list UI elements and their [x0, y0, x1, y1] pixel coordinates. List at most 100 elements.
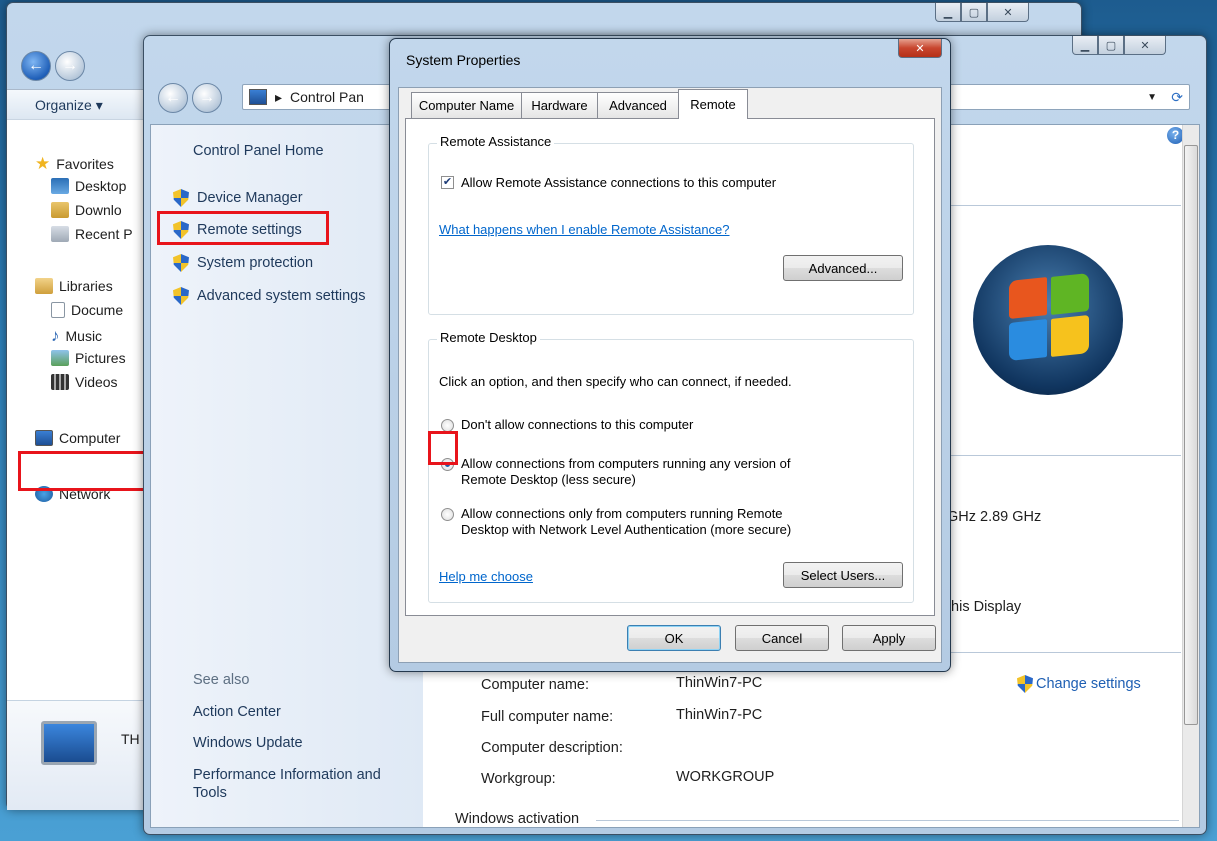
radio-allow-any-label-line2[interactable]: Remote Desktop (less secure) — [461, 472, 636, 487]
display-text: this Display — [947, 599, 1022, 615]
shield-icon — [173, 189, 189, 207]
radio-allow-any-label-line1[interactable]: Allow connections from computers running… — [461, 456, 791, 471]
tab-computer-name[interactable]: Computer Name — [411, 92, 522, 118]
refresh-icon[interactable]: ⟳ — [1171, 89, 1183, 106]
shield-icon — [173, 287, 189, 305]
explorer-close-button[interactable]: ✕ — [987, 3, 1029, 22]
explorer-forward-button[interactable]: → — [55, 51, 85, 81]
remote-desktop-group: Remote Desktop Click an option, and then… — [428, 330, 914, 603]
windows-update-link[interactable]: Windows Update — [193, 735, 303, 751]
tab-advanced[interactable]: Advanced — [597, 92, 679, 118]
explorer-caption-buttons: ▁ ▢ ✕ — [935, 3, 1029, 22]
address-dropdown-icon[interactable]: ▼ — [1147, 92, 1157, 103]
system-back-button[interactable]: ← — [158, 83, 188, 113]
highlight-allow-radio — [428, 431, 458, 465]
scrollbar-thumb[interactable] — [1184, 145, 1198, 725]
remote-tab-panel: Remote Assistance ✔ Allow Remote Assista… — [405, 118, 935, 616]
documents-icon — [51, 302, 65, 318]
system-caption-buttons: ▁ ▢ ✕ — [1072, 36, 1166, 55]
organize-button[interactable]: Organize ▾ — [35, 97, 103, 114]
system-minimize-button[interactable]: ▁ — [1072, 36, 1098, 55]
nav-recent[interactable]: Recent P — [51, 226, 133, 242]
nav-desktop[interactable]: Desktop — [51, 178, 126, 194]
dialog-body: Computer Name Hardware Advanced Remote R… — [398, 87, 942, 663]
cancel-button[interactable]: Cancel — [735, 625, 829, 651]
music-icon: ♪ — [51, 326, 60, 345]
full-computer-name-label: Full computer name: — [481, 709, 614, 725]
workgroup-value: WORKGROUP — [676, 769, 775, 785]
computer-large-icon — [41, 721, 97, 765]
shield-icon — [173, 254, 189, 272]
remote-desktop-instructions: Click an option, and then specify who ca… — [439, 374, 792, 389]
dialog-close-button[interactable]: ✕ — [898, 39, 942, 58]
system-properties-dialog: System Properties ✕ Computer Name Hardwa… — [389, 38, 951, 672]
details-pane: TH — [7, 700, 147, 810]
nav-downloads[interactable]: Downlo — [51, 202, 122, 218]
change-settings-link[interactable]: Change settings — [1017, 675, 1141, 693]
libraries-icon — [35, 278, 53, 294]
ok-button[interactable]: OK — [627, 625, 721, 651]
explorer-back-button[interactable]: ← — [21, 51, 51, 81]
section-divider — [951, 652, 1181, 653]
computer-icon — [35, 430, 53, 446]
dialog-caption-buttons: ✕ — [898, 39, 942, 58]
nav-favorites[interactable]: ★ Favorites — [35, 154, 114, 174]
remote-assistance-title: Remote Assistance — [437, 134, 555, 149]
shield-icon — [1017, 675, 1033, 693]
full-computer-name-value: ThinWin7-PC — [676, 707, 763, 723]
recent-places-icon — [51, 226, 69, 242]
computer-name-value: ThinWin7-PC — [676, 675, 763, 691]
pictures-icon — [51, 350, 69, 366]
tab-remote[interactable]: Remote — [678, 89, 748, 119]
highlight-remote-settings — [157, 211, 329, 245]
nav-pictures[interactable]: Pictures — [51, 350, 126, 366]
star-icon: ★ — [35, 154, 51, 173]
section-divider — [951, 455, 1181, 456]
system-maximize-button[interactable]: ▢ — [1098, 36, 1124, 55]
radio-allow-nla[interactable] — [441, 508, 454, 521]
remote-assistance-advanced-button[interactable]: Advanced... — [783, 255, 903, 281]
breadcrumb-arrow-icon: ▸ — [275, 88, 283, 105]
videos-icon — [51, 374, 69, 390]
action-center-link[interactable]: Action Center — [193, 704, 281, 720]
remote-desktop-title: Remote Desktop — [437, 330, 540, 345]
explorer-minimize-button[interactable]: ▁ — [935, 3, 961, 22]
radio-dont-allow-label[interactable]: Don't allow connections to this computer — [461, 417, 693, 432]
system-protection-link[interactable]: System protection — [173, 254, 313, 272]
help-me-choose-link[interactable]: Help me choose — [439, 569, 533, 584]
radio-allow-nla-label-line1[interactable]: Allow connections only from computers ru… — [461, 506, 783, 521]
remote-assistance-help-link[interactable]: What happens when I enable Remote Assist… — [439, 222, 730, 237]
windows-activation-heading: Windows activation — [455, 811, 580, 827]
highlight-computer — [18, 451, 152, 491]
nav-libraries[interactable]: Libraries — [35, 278, 113, 294]
system-forward-button[interactable]: → — [192, 83, 222, 113]
control-panel-home-link[interactable]: Control Panel Home — [193, 143, 324, 159]
apply-button[interactable]: Apply — [842, 625, 936, 651]
cpu-speed-text: GHz 2.89 GHz — [947, 509, 1042, 525]
allow-remote-assistance-checkbox[interactable]: ✔ — [441, 176, 454, 189]
nav-videos[interactable]: Videos — [51, 374, 118, 390]
nav-documents[interactable]: Docume — [51, 302, 123, 318]
system-close-button[interactable]: ✕ — [1124, 36, 1166, 55]
computer-description-label: Computer description: — [481, 740, 623, 756]
allow-remote-assistance-label[interactable]: Allow Remote Assistance connections to t… — [461, 175, 776, 190]
device-manager-link[interactable]: Device Manager — [173, 189, 303, 207]
control-panel-icon — [249, 89, 267, 105]
see-also-heading: See also — [193, 672, 250, 688]
explorer-maximize-button[interactable]: ▢ — [961, 3, 987, 22]
nav-computer[interactable]: Computer — [35, 430, 120, 446]
performance-tools-link[interactable]: Performance Information and Tools — [193, 766, 417, 802]
advanced-system-settings-link[interactable]: Advanced system settings — [173, 287, 365, 305]
dialog-title: System Properties — [406, 52, 521, 68]
downloads-icon — [51, 202, 69, 218]
radio-allow-nla-label-line2[interactable]: Desktop with Network Level Authenticatio… — [461, 522, 791, 537]
vertical-scrollbar[interactable] — [1182, 125, 1199, 827]
breadcrumb[interactable]: Control Pan — [290, 89, 364, 105]
tab-hardware[interactable]: Hardware — [521, 92, 598, 118]
workgroup-label: Workgroup: — [481, 771, 556, 787]
details-computer-name: TH — [121, 731, 140, 747]
section-divider — [951, 205, 1181, 206]
nav-music[interactable]: ♪ Music — [51, 326, 102, 346]
section-divider — [596, 820, 1179, 821]
select-users-button[interactable]: Select Users... — [783, 562, 903, 588]
